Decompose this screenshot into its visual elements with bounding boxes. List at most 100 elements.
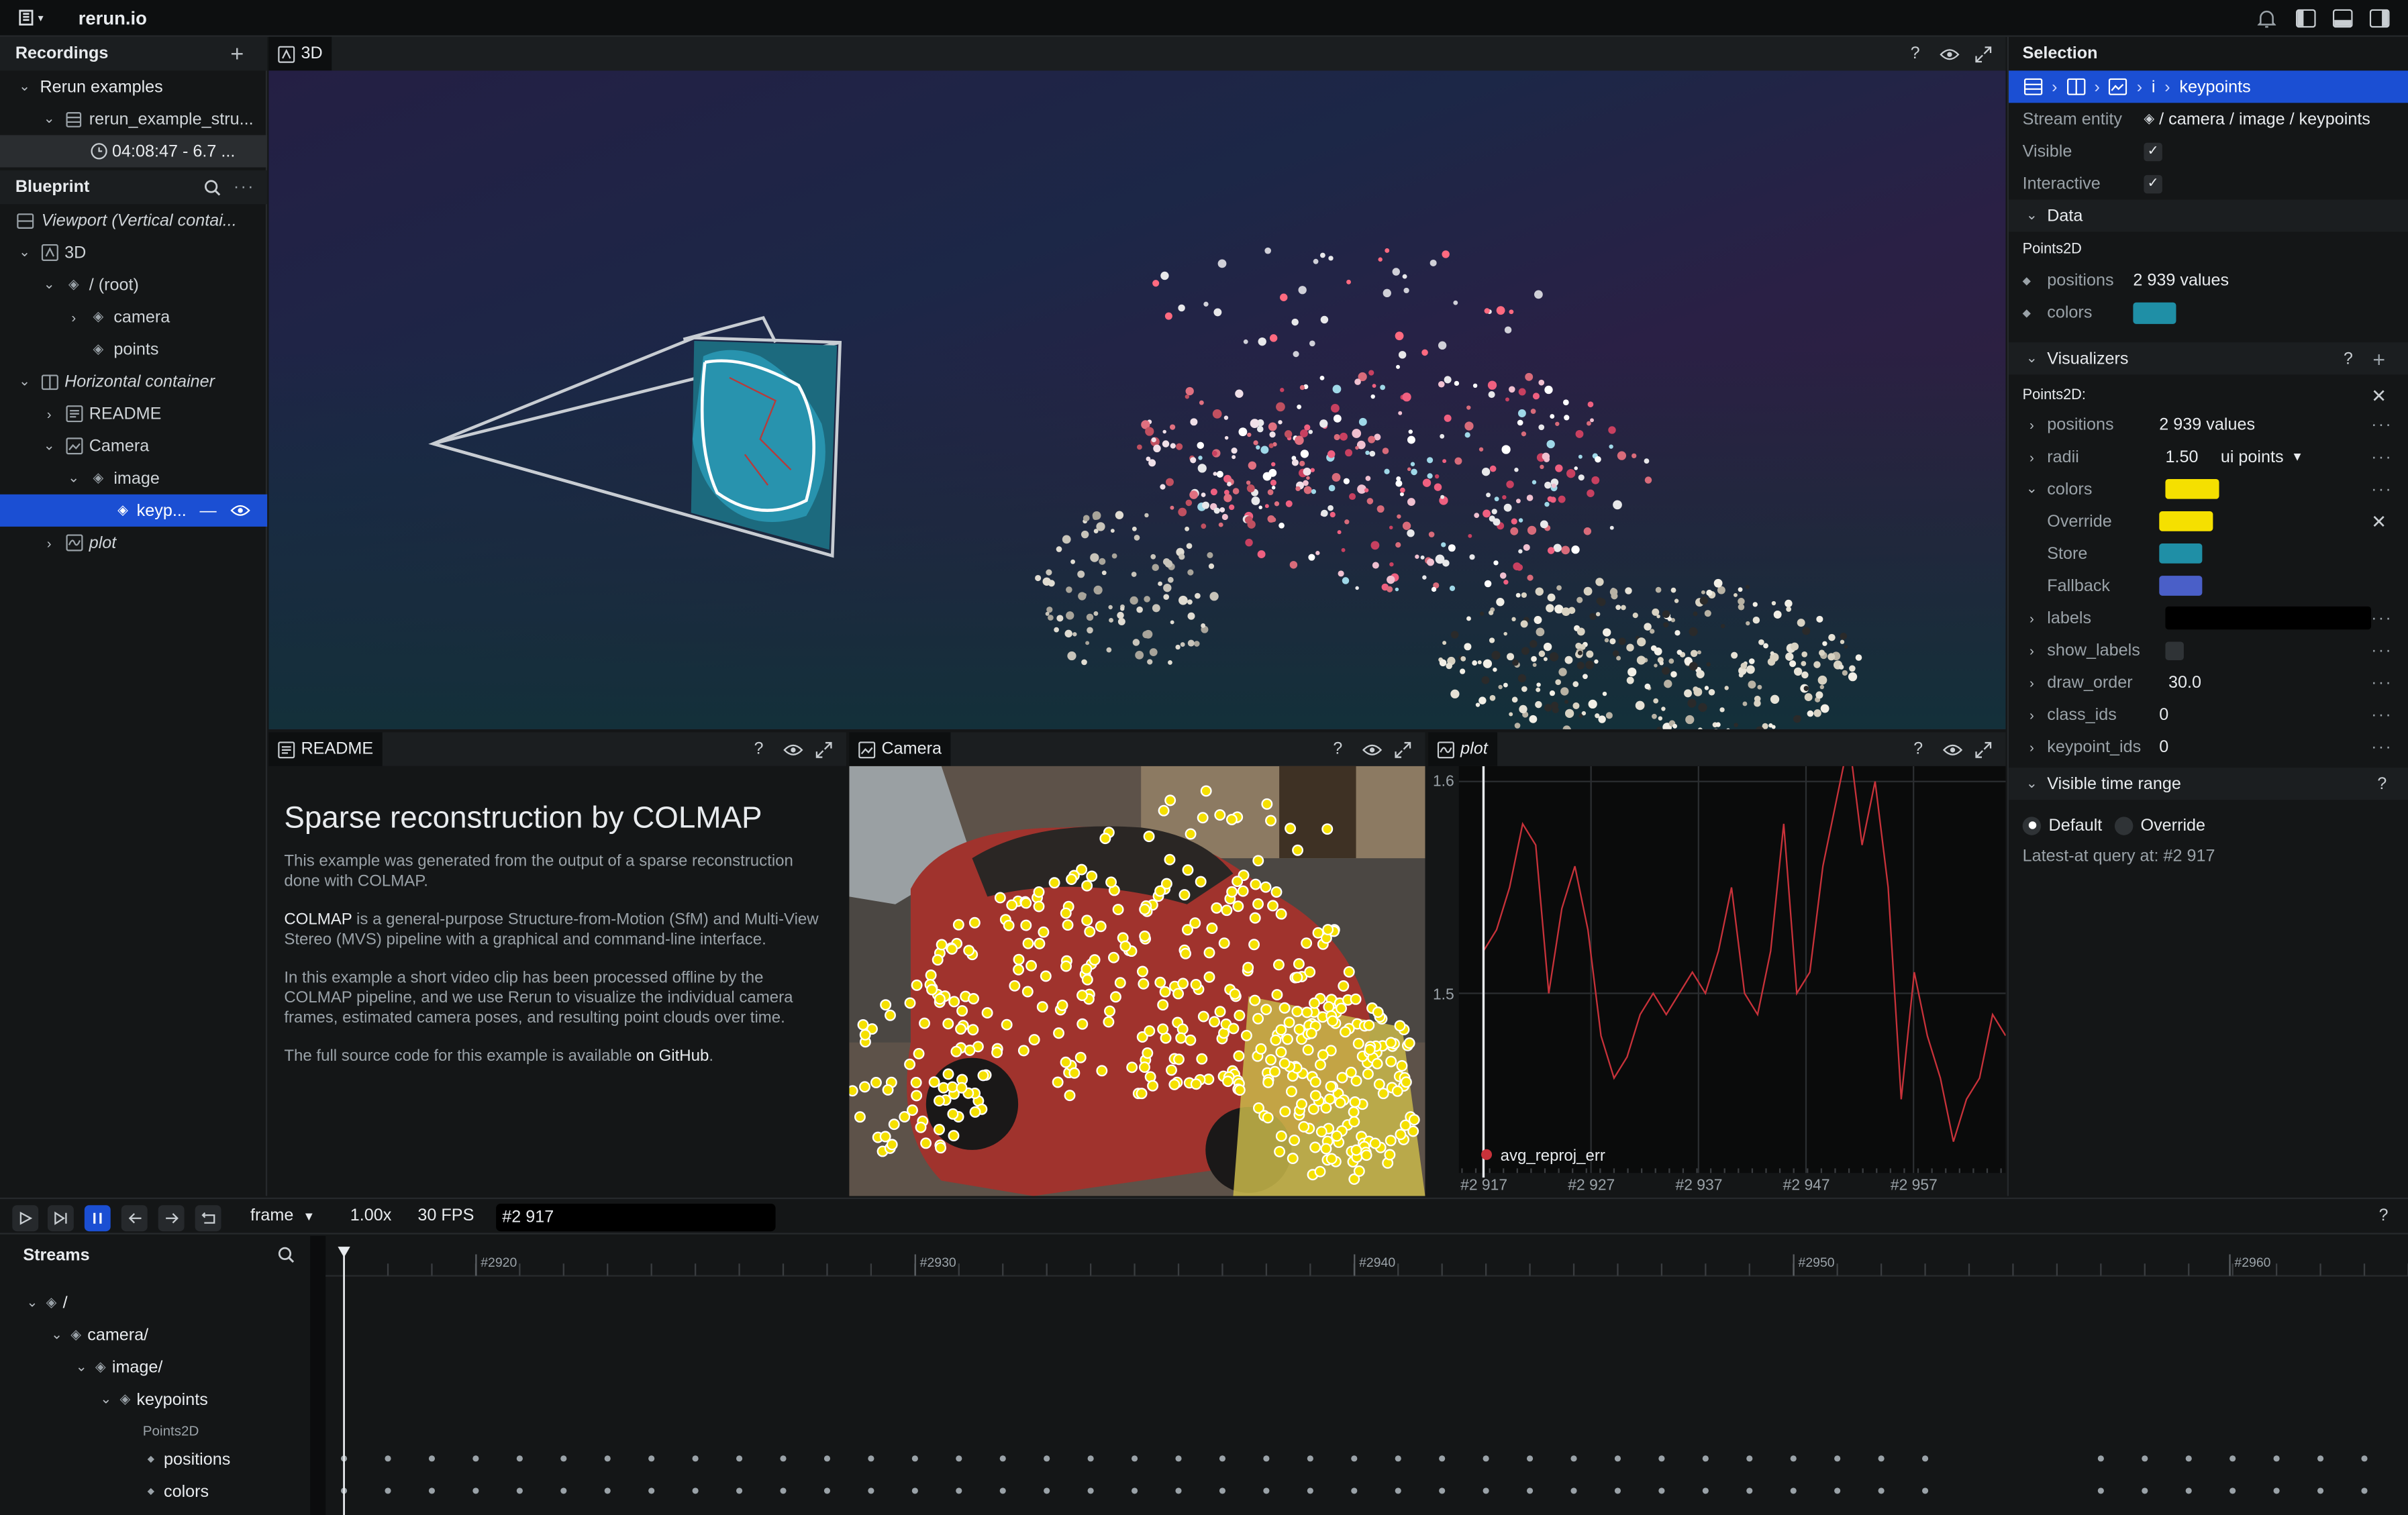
search-icon[interactable] (204, 179, 221, 196)
event-dot[interactable] (2229, 1455, 2236, 1462)
event-dot[interactable] (1878, 1455, 1885, 1462)
event-dot[interactable] (1219, 1487, 1226, 1494)
chevron-right-icon[interactable]: › (40, 533, 58, 552)
event-dot[interactable] (1834, 1487, 1841, 1494)
rerun-logo-icon[interactable]: ▾ (12, 7, 46, 29)
eye-icon[interactable] (1942, 742, 1963, 756)
event-dot[interactable] (1790, 1487, 1797, 1494)
chevron-down-icon[interactable]: ⌄ (48, 1326, 66, 1344)
vis-keypoint-ids-row[interactable]: › keypoint_ids 0 ··· (2023, 731, 2408, 763)
event-dot[interactable] (1483, 1455, 1489, 1462)
add-recording-icon[interactable]: + (230, 41, 244, 67)
event-dot[interactable] (692, 1487, 699, 1494)
event-dot[interactable] (1526, 1487, 1534, 1494)
vis-keypoint-ids-value[interactable]: 0 (2159, 738, 2168, 756)
event-dot[interactable] (1746, 1487, 1753, 1494)
chevron-right-icon[interactable]: › (2023, 705, 2041, 723)
stream-root[interactable]: ⌄ ◈ / (23, 1287, 67, 1319)
event-dot[interactable] (2097, 1455, 2104, 1462)
event-dot[interactable] (604, 1455, 611, 1462)
chevron-right-icon[interactable]: › (64, 308, 83, 326)
blueprint-horizontal[interactable]: ⌄ Horizontal container (15, 366, 215, 398)
blueprint-keypoints[interactable]: ◈ keyp... — (0, 494, 268, 527)
event-dot[interactable] (1307, 1455, 1313, 1462)
event-dot[interactable] (1526, 1455, 1534, 1462)
interactive-checkbox[interactable]: ✓ (2144, 174, 2162, 193)
step-end-icon[interactable] (47, 1205, 74, 1232)
chevron-down-icon[interactable]: ⌄ (2023, 207, 2041, 225)
chevron-down-icon[interactable]: ⌄ (15, 244, 34, 262)
event-dot[interactable] (1921, 1487, 1929, 1494)
event-dot[interactable] (1175, 1455, 1182, 1462)
chevron-down-icon[interactable]: ⌄ (23, 1294, 41, 1312)
more-icon[interactable]: ··· (2371, 641, 2393, 659)
arrow-right-icon[interactable] (158, 1205, 185, 1232)
breadcrumb-image[interactable]: i (2152, 78, 2156, 96)
event-dot[interactable] (1439, 1455, 1446, 1462)
dropdown-icon[interactable]: ▼ (2291, 450, 2303, 464)
help-icon[interactable]: ? (1911, 44, 1920, 62)
chevron-right-icon[interactable]: › (40, 405, 58, 423)
visualizers-section-header[interactable]: ⌄ Visualizers ? + (2009, 342, 2408, 375)
event-dot[interactable] (2361, 1455, 2368, 1462)
stream-positions[interactable]: ◆ positions (148, 1443, 231, 1475)
chevron-down-icon[interactable]: ⌄ (97, 1390, 115, 1408)
help-icon[interactable]: ? (1333, 740, 1342, 758)
camera-image-view[interactable] (849, 766, 1425, 1196)
event-dot[interactable] (999, 1455, 1006, 1462)
event-dot[interactable] (692, 1455, 699, 1462)
event-dot[interactable] (1044, 1455, 1050, 1462)
chevron-right-icon[interactable]: › (2023, 415, 2041, 433)
chevron-down-icon[interactable]: ⌄ (2023, 350, 2041, 368)
event-dot[interactable] (2273, 1487, 2280, 1494)
event-dot[interactable] (1351, 1455, 1358, 1462)
event-dot[interactable] (1439, 1487, 1446, 1494)
event-dot[interactable] (648, 1487, 655, 1494)
event-dot[interactable] (1395, 1487, 1401, 1494)
tab-readme[interactable]: README (268, 732, 383, 766)
event-dot[interactable] (823, 1487, 831, 1494)
view-3d-canvas[interactable] (268, 70, 2006, 729)
event-dot[interactable] (2185, 1455, 2192, 1462)
help-icon[interactable]: ? (1913, 740, 1923, 758)
event-dot[interactable] (428, 1487, 436, 1494)
chevron-right-icon[interactable]: › (2023, 673, 2041, 691)
event-dot[interactable] (868, 1487, 874, 1494)
playback-fps[interactable]: 30 FPS (417, 1207, 474, 1225)
vis-positions-row[interactable]: › positions 2 939 values ··· (2023, 409, 2408, 441)
event-dot[interactable] (1131, 1487, 1138, 1494)
chevron-down-icon[interactable]: ⌄ (2023, 480, 2041, 498)
close-icon[interactable]: ✕ (2371, 511, 2387, 532)
event-dot[interactable] (780, 1455, 787, 1462)
vis-class-ids-value[interactable]: 0 (2159, 705, 2168, 723)
stream-keypoints[interactable]: ⌄ ◈ keypoints (97, 1383, 208, 1416)
plot-canvas[interactable]: 1.6 1.5 #2 917 #2 927 #2 937 #2 947 #2 957 a… (1428, 766, 2006, 1196)
event-dot[interactable] (1131, 1455, 1138, 1462)
github-link[interactable]: on GitHub (636, 1047, 709, 1065)
blueprint-camera[interactable]: › ◈ camera (64, 301, 170, 333)
vis-override-row[interactable]: Override ✕ (2047, 505, 2408, 537)
more-icon[interactable]: ··· (2371, 480, 2393, 498)
event-dot[interactable] (1087, 1487, 1094, 1494)
play-icon[interactable] (12, 1205, 39, 1232)
search-icon[interactable] (278, 1247, 295, 1263)
stream-colors[interactable]: ◆ colors (148, 1475, 209, 1508)
event-dot[interactable] (1658, 1487, 1665, 1494)
event-dot[interactable] (1746, 1455, 1753, 1462)
stream-image[interactable]: ⌄ ◈ image/ (72, 1351, 163, 1383)
event-dot[interactable] (604, 1487, 611, 1494)
data-section-header[interactable]: ⌄ Data (2009, 199, 2408, 232)
vis-show-labels-row[interactable]: › show_labels ··· (2023, 634, 2408, 666)
event-dot[interactable] (780, 1487, 787, 1494)
loop-icon[interactable] (195, 1205, 221, 1232)
horizontal-container-icon[interactable] (2066, 78, 2085, 95)
tab-plot[interactable]: plot (1428, 732, 1497, 766)
more-icon[interactable]: ··· (2371, 673, 2393, 691)
event-dot[interactable] (2097, 1487, 2104, 1494)
vis-radii-unit[interactable]: ui points (2221, 448, 2284, 466)
blueprint-plot[interactable]: › plot (40, 527, 117, 559)
maximize-icon[interactable] (1395, 741, 1411, 758)
event-dot[interactable] (516, 1455, 523, 1462)
vis-class-ids-row[interactable]: › class_ids 0 ··· (2023, 698, 2408, 731)
blueprint-readme[interactable]: › README (40, 398, 162, 430)
